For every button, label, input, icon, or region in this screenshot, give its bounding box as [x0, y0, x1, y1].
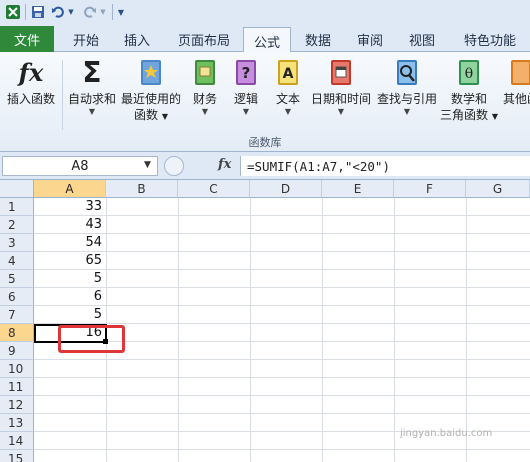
recently-used-button[interactable]: 最近使用的 函数 ▼ — [120, 56, 182, 125]
svg-text:θ: θ — [465, 66, 473, 82]
math-book-icon: θ — [454, 56, 484, 88]
chevron-down-icon: ▼ — [88, 107, 96, 116]
row-header[interactable]: 13 — [0, 414, 34, 432]
row-header[interactable]: 7 — [0, 306, 34, 324]
text-button[interactable]: A 文本 ▼ — [270, 56, 306, 117]
excel-logo-icon — [4, 3, 22, 21]
cell-a3[interactable]: 54 — [34, 234, 106, 252]
cell-a1[interactable]: 33 — [34, 198, 106, 216]
ribbon-function-library: fx 插入函数 Σ 自动求和 ▼ 最近使用的 函数 ▼ 财务 ▼ ? 逻辑 ▼ — [0, 52, 530, 152]
row-header[interactable]: 11 — [0, 378, 34, 396]
undo-icon[interactable] — [50, 3, 66, 21]
select-all-corner[interactable] — [0, 180, 34, 198]
logic-book-icon: ? — [231, 56, 261, 88]
date-time-button[interactable]: 日期和时间 ▼ — [310, 56, 372, 117]
watermark: jingyan.baidu.com — [400, 428, 493, 439]
row-header-selected[interactable]: 8 — [0, 324, 34, 342]
row-header[interactable]: 2 — [0, 216, 34, 234]
chevron-down-icon: ▼ — [337, 107, 345, 116]
tab-special-features[interactable]: 特色功能 — [452, 27, 528, 52]
date-book-icon — [326, 56, 356, 88]
lookup-book-icon — [392, 56, 422, 88]
row-header[interactable]: 3 — [0, 234, 34, 252]
lookup-reference-button[interactable]: 查找与引用 ▼ — [374, 56, 440, 117]
chevron-down-icon: ▼ — [242, 107, 250, 116]
chevron-down-icon: ▼ — [201, 107, 209, 116]
autosum-button[interactable]: Σ 自动求和 ▼ — [66, 56, 118, 117]
row-header[interactable]: 15 — [0, 450, 34, 462]
cell-a4[interactable]: 65 — [34, 252, 106, 270]
customize-toolbar-icon[interactable]: ▼ — [116, 3, 126, 21]
column-header-f[interactable]: F — [394, 180, 466, 198]
row-header[interactable]: 10 — [0, 360, 34, 378]
recent-book-icon — [136, 56, 166, 88]
row-header[interactable]: 1 — [0, 198, 34, 216]
ribbon-tab-bar: 文件 开始 插入 页面布局 公式 数据 审阅 视图 特色功能 — [0, 24, 530, 54]
name-box[interactable]: A8 — [2, 156, 158, 176]
tab-home[interactable]: 开始 — [58, 27, 114, 52]
math-trig-button[interactable]: θ 数学和 三角函数 ▼ — [440, 56, 498, 125]
chevron-down-icon: ▼ — [403, 107, 411, 116]
column-header-d[interactable]: D — [250, 180, 322, 198]
formula-bar: A8 ▼ fx =SUMIF(A1:A7,"<20") — [0, 152, 530, 180]
row-header[interactable]: 12 — [0, 396, 34, 414]
row-header[interactable]: 9 — [0, 342, 34, 360]
logical-button[interactable]: ? 逻辑 ▼ — [228, 56, 264, 117]
chevron-down-icon: ▼ — [284, 107, 292, 116]
chevron-down-icon: ▼ — [161, 112, 168, 121]
undo-dropdown-icon[interactable]: ▼ — [67, 3, 75, 21]
cell-a5[interactable]: 5 — [34, 270, 106, 288]
svg-text:A: A — [283, 66, 294, 82]
redo-icon[interactable] — [82, 3, 98, 21]
worksheet-grid[interactable]: A B C D E F G 1 2 3 4 5 6 7 8 9 10 11 12… — [0, 180, 530, 462]
row-header[interactable]: 5 — [0, 270, 34, 288]
formula-bar-resize-icon — [164, 156, 184, 176]
formula-input[interactable]: =SUMIF(A1:A7,"<20") — [240, 156, 530, 176]
finance-button[interactable]: 财务 ▼ — [186, 56, 224, 117]
insert-function-button[interactable]: fx 插入函数 — [4, 56, 58, 107]
chevron-down-icon[interactable]: ▼ — [144, 160, 151, 170]
cell-a6[interactable]: 6 — [34, 288, 106, 306]
cell-a2[interactable]: 43 — [34, 216, 106, 234]
other-book-icon — [506, 56, 530, 88]
tab-insert[interactable]: 插入 — [114, 27, 160, 52]
insert-function-fx-icon[interactable]: fx — [218, 157, 231, 172]
quick-access-toolbar: ▼ ▼ ▼ — [0, 0, 530, 24]
tab-page-layout[interactable]: 页面布局 — [166, 27, 242, 52]
function-library-group-label: 函数库 — [248, 136, 282, 149]
column-header-a[interactable]: A — [34, 180, 106, 198]
row-header[interactable]: 14 — [0, 432, 34, 450]
tab-data[interactable]: 数据 — [296, 27, 340, 52]
fx-icon: fx — [18, 57, 44, 87]
column-header-g[interactable]: G — [466, 180, 530, 198]
more-functions-button[interactable]: 其他函 — [500, 56, 530, 107]
tab-formulas[interactable]: 公式 — [243, 27, 291, 54]
annotation-highlight-box — [58, 325, 125, 353]
column-header-e[interactable]: E — [322, 180, 394, 198]
tab-view[interactable]: 视图 — [400, 27, 444, 52]
redo-dropdown-icon[interactable]: ▼ — [99, 3, 107, 21]
save-icon[interactable] — [30, 3, 46, 21]
sigma-icon: Σ — [82, 55, 102, 89]
finance-book-icon — [190, 56, 220, 88]
row-header[interactable]: 4 — [0, 252, 34, 270]
chevron-down-icon: ▼ — [491, 112, 498, 121]
svg-text:?: ? — [242, 64, 251, 82]
cell-a7[interactable]: 5 — [34, 306, 106, 324]
row-header[interactable]: 6 — [0, 288, 34, 306]
tab-file[interactable]: 文件 — [0, 26, 54, 52]
text-book-icon: A — [273, 56, 303, 88]
column-header-b[interactable]: B — [106, 180, 178, 198]
column-header-c[interactable]: C — [178, 180, 250, 198]
tab-review[interactable]: 审阅 — [348, 27, 392, 52]
